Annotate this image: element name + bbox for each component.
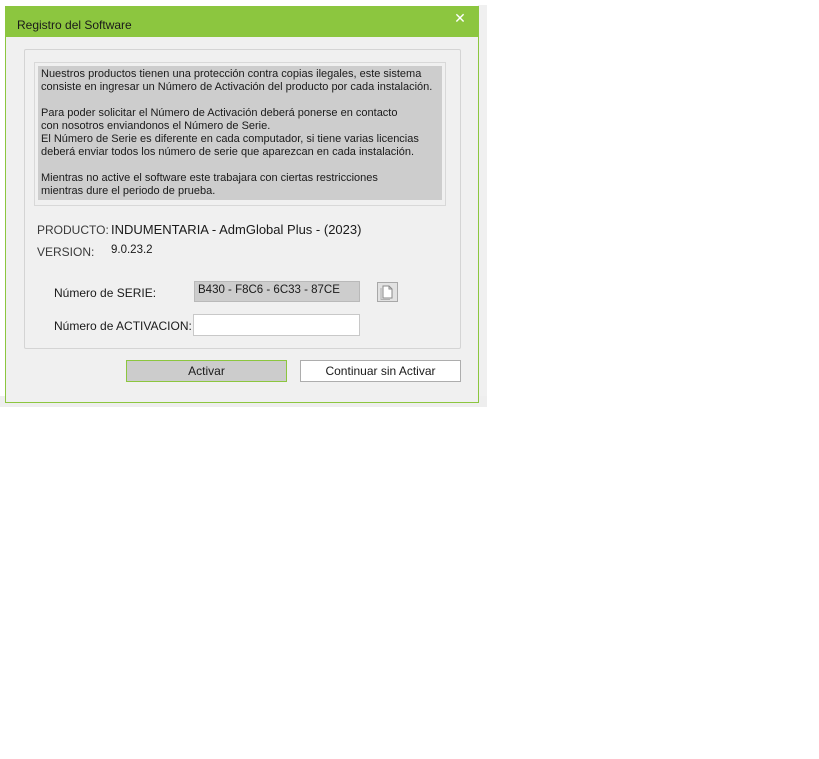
- serial-number-field[interactable]: B430 - F8C6 - 6C33 - 87CE: [194, 281, 360, 302]
- activate-button[interactable]: Activar: [126, 360, 287, 382]
- window-shadow-side: [478, 5, 487, 405]
- product-value: INDUMENTARIA - AdmGlobal Plus - (2023): [111, 222, 362, 237]
- continue-without-activating-button[interactable]: Continuar sin Activar: [300, 360, 461, 382]
- close-icon: ✕: [454, 10, 466, 26]
- activation-number-input[interactable]: [193, 314, 360, 336]
- info-panel: Nuestros productos tienen una protección…: [34, 62, 446, 206]
- activation-label: Número de ACTIVACION:: [54, 319, 192, 333]
- copy-icon: [380, 285, 393, 300]
- registration-group: Nuestros productos tienen una protección…: [24, 49, 461, 349]
- info-text: Nuestros productos tienen una protección…: [38, 66, 442, 200]
- registration-dialog: Registro del Software ✕ Nuestros product…: [5, 6, 479, 403]
- serial-label: Número de SERIE:: [54, 286, 157, 300]
- copy-serial-button[interactable]: [377, 282, 398, 302]
- window-title: Registro del Software: [17, 18, 132, 32]
- title-bar[interactable]: Registro del Software ✕: [6, 7, 478, 37]
- version-value: 9.0.23.2: [111, 244, 153, 256]
- version-label: VERSION:: [37, 245, 95, 259]
- close-button[interactable]: ✕: [442, 7, 478, 31]
- product-label: PRODUCTO:: [37, 223, 109, 237]
